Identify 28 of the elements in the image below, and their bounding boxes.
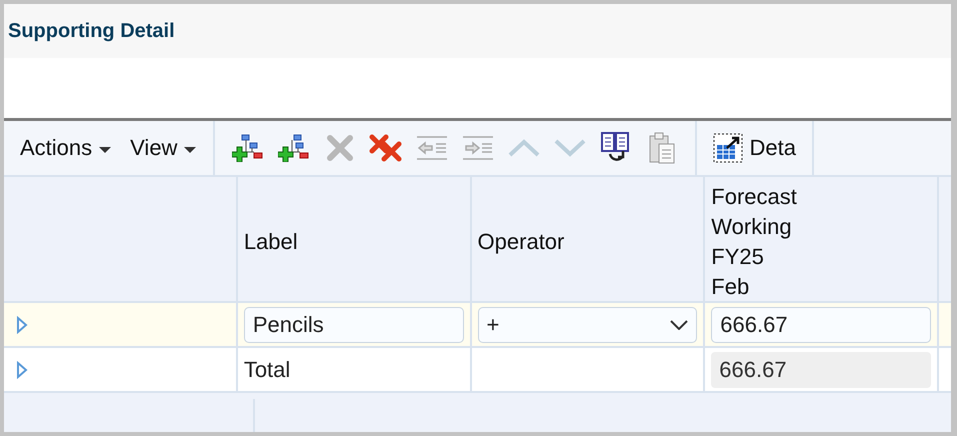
value-field[interactable]: 666.67: [711, 306, 932, 342]
label-field[interactable]: Pencils: [244, 306, 464, 342]
indent-icon: [462, 136, 494, 160]
chevron-up-icon: [508, 139, 540, 157]
chevron-down-icon: [670, 320, 688, 330]
caret-icon: [98, 146, 112, 154]
delete-all-icon: [369, 134, 404, 162]
expand-icon[interactable]: [16, 360, 28, 378]
menu-button[interactable]: Actions: [14, 133, 120, 163]
copy-icon: [601, 132, 632, 164]
chevron-down-icon: [554, 139, 586, 157]
outdent-icon: [416, 136, 448, 160]
detach-button[interactable]: Deta: [707, 131, 804, 165]
column-header: Forecast Working FY25 Feb: [705, 177, 940, 301]
delete-icon: [326, 134, 354, 162]
column-header: Operator: [472, 177, 706, 301]
expand-icon[interactable]: [16, 316, 28, 334]
tree-add-icon: [232, 134, 264, 162]
detach-icon: [713, 133, 744, 163]
operator-dropdown[interactable]: +: [478, 306, 698, 342]
panel-title: Supporting Detail: [8, 20, 175, 42]
column-header: Label: [238, 177, 472, 301]
clipboard-icon: [648, 132, 676, 164]
tree-add-icon: [278, 134, 310, 162]
caret-icon: [183, 146, 198, 154]
menu-button[interactable]: View: [124, 133, 206, 163]
total-value: 666.67: [711, 352, 932, 388]
table-cell: Total: [244, 356, 290, 382]
